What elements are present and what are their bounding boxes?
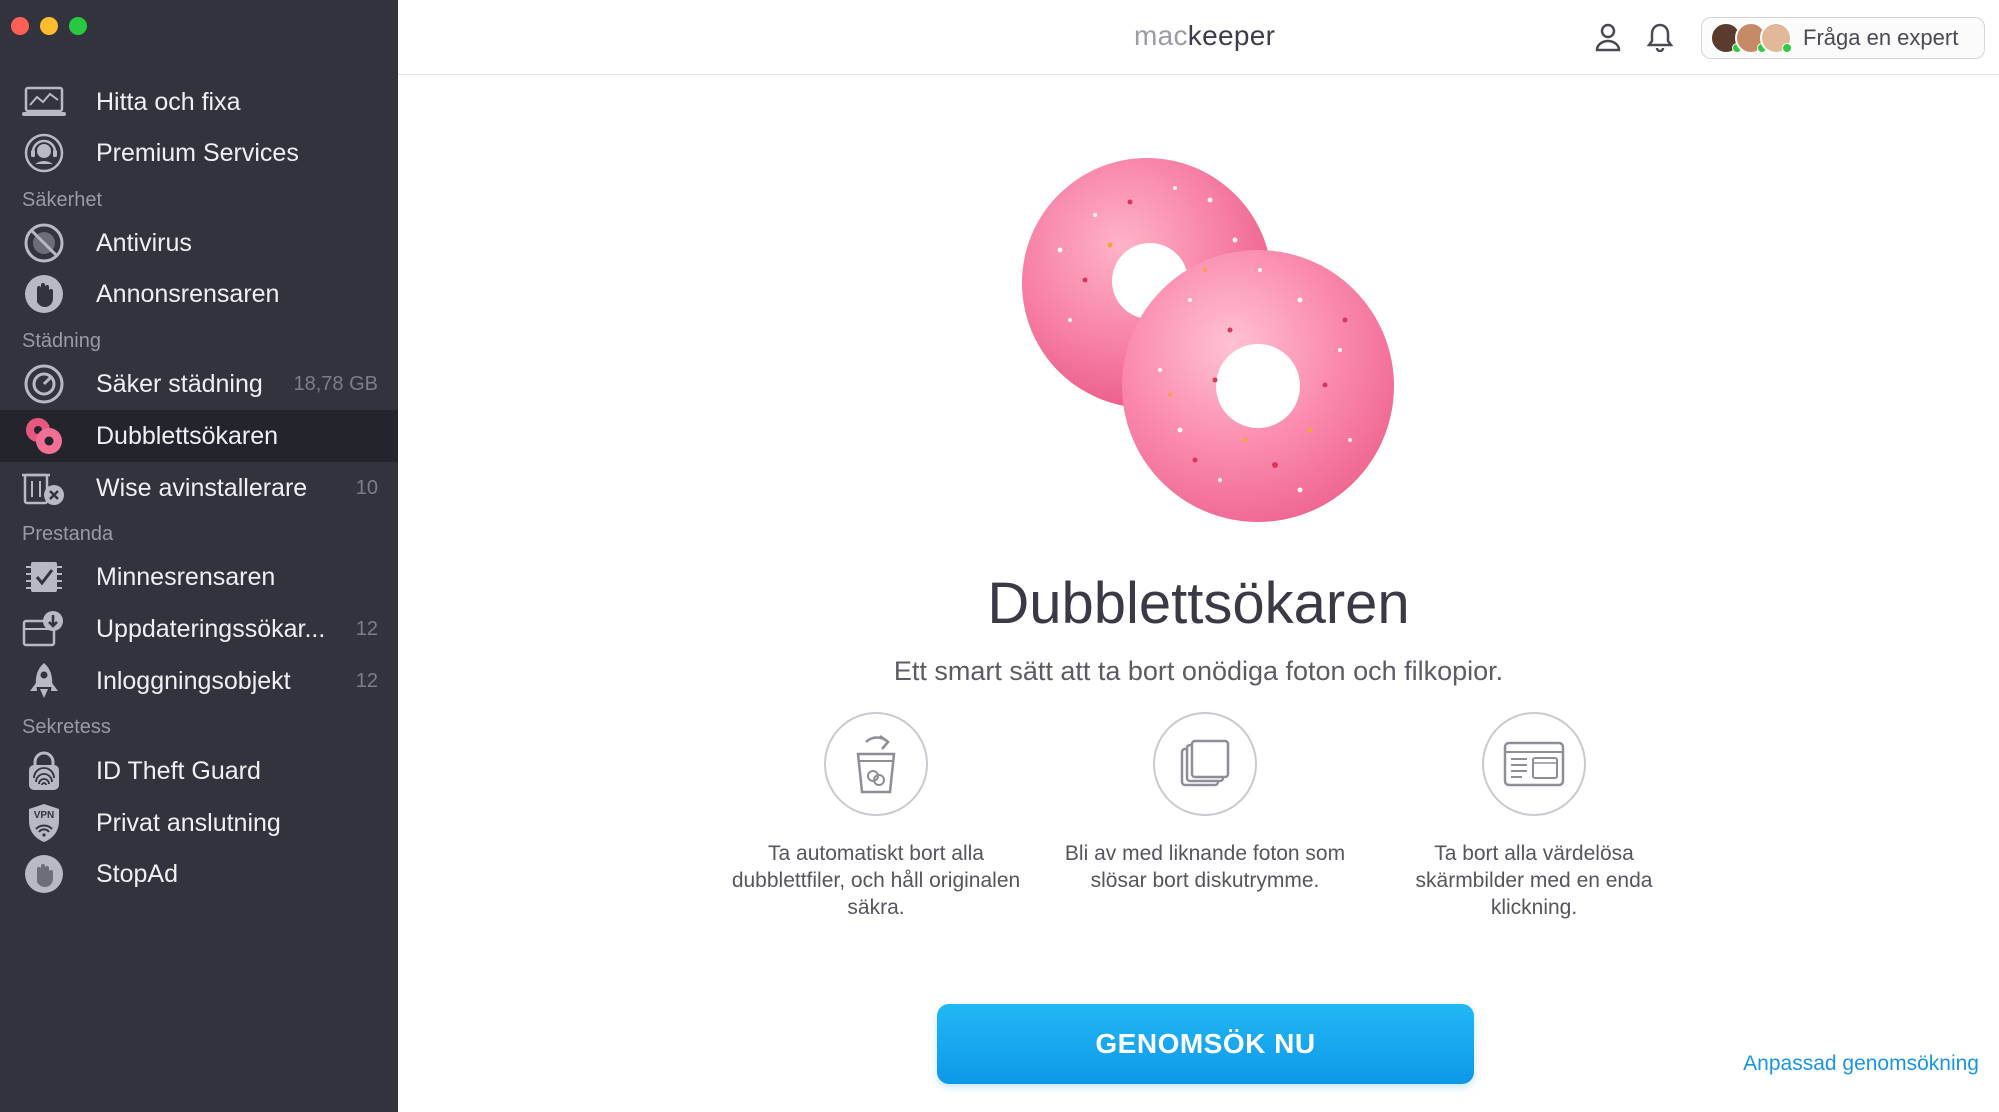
sidebar-item-annonsrensaren[interactable]: Annonsrensaren bbox=[0, 268, 398, 320]
feature-screenshots: Ta bort alla värdelösa skärmbilder med e… bbox=[1384, 712, 1684, 921]
update-icon bbox=[22, 609, 66, 649]
sidebar-item-label: StopAd bbox=[96, 859, 179, 888]
page-title: Dubblettsökaren bbox=[987, 571, 1410, 636]
hand-icon bbox=[22, 274, 66, 314]
page-subtitle: Ett smart sätt att ta bort onödiga foton… bbox=[893, 656, 1504, 686]
sidebar: Hitta och fixa Premium Services Säkerhet… bbox=[0, 0, 398, 1112]
feature-description: Ta bort alla värdelösa skärmbilder med e… bbox=[1415, 842, 1653, 919]
sidebar-item-label: Privat anslutning bbox=[96, 808, 281, 837]
screenshot-icon bbox=[1482, 712, 1586, 816]
rocket-icon bbox=[22, 661, 66, 701]
section-privacy-title: Sekretess bbox=[22, 716, 111, 738]
count-badge: 10 bbox=[355, 476, 378, 499]
feature-description: Bli av med liknande foton som slösar bor… bbox=[1064, 842, 1346, 892]
count-badge: 12 bbox=[355, 617, 378, 640]
sidebar-item-label: Annonsrensaren bbox=[96, 279, 280, 308]
donuts-illustration bbox=[1022, 158, 1394, 522]
feature-duplicates: Ta automatiskt bort alla dubblettfiler, … bbox=[726, 712, 1026, 921]
section-cleaning-title: Städning bbox=[22, 330, 101, 352]
sidebar-item-label: ID Theft Guard bbox=[96, 756, 261, 785]
sidebar-item-label: Uppdateringssökar... bbox=[96, 614, 326, 643]
top-bar: mackeeper Fråga en expert bbox=[398, 0, 1999, 75]
laptop-icon bbox=[22, 82, 66, 122]
size-badge: 18,78 GB bbox=[293, 372, 378, 395]
ask-expert-label: Fråga en expert bbox=[1803, 25, 1959, 50]
minimize-window-button[interactable] bbox=[40, 17, 58, 35]
bell-icon[interactable] bbox=[1643, 20, 1677, 54]
sidebar-item-update-tracker[interactable]: Uppdateringssökar... 12 bbox=[0, 603, 398, 655]
sidebar-item-stopad[interactable]: StopAd bbox=[0, 848, 398, 900]
disk-icon bbox=[22, 364, 66, 404]
expert-avatars bbox=[1710, 22, 1792, 54]
sidebar-item-smart-uninstaller[interactable]: Wise avinstallerare 10 bbox=[0, 462, 398, 514]
trash-duplicate-icon bbox=[824, 712, 928, 816]
sidebar-item-memory-cleaner[interactable]: Minnesrensaren bbox=[0, 551, 398, 603]
window-controls bbox=[11, 17, 87, 35]
sidebar-item-label: Inloggningsobjekt bbox=[96, 666, 291, 695]
custom-scan-link[interactable]: Anpassad genomsökning bbox=[1743, 1052, 1979, 1076]
close-window-button[interactable] bbox=[11, 17, 29, 35]
sidebar-item-antivirus[interactable]: Antivirus bbox=[0, 217, 398, 269]
scan-now-button[interactable]: GENOMSÖK NU bbox=[937, 1004, 1474, 1084]
vpn-icon: VPN bbox=[22, 803, 66, 843]
app-window: Hitta och fixa Premium Services Säkerhet… bbox=[0, 0, 1999, 1112]
section-security-title: Säkerhet bbox=[22, 189, 103, 211]
sidebar-item-label: Hitta och fixa bbox=[96, 87, 241, 116]
sidebar-item-label: Säker städning bbox=[96, 369, 263, 398]
donut-icon bbox=[22, 416, 66, 456]
shield-no-icon bbox=[22, 223, 66, 263]
sidebar-item-private-connect[interactable]: VPN Privat anslutning bbox=[0, 797, 398, 849]
sidebar-item-find-and-fix[interactable]: Hitta och fixa bbox=[0, 76, 398, 128]
feature-description: Ta automatiskt bort alla dubblettfiler, … bbox=[731, 842, 1021, 919]
count-badge: 12 bbox=[355, 669, 378, 692]
similar-photos-icon bbox=[1153, 712, 1257, 816]
support-icon bbox=[22, 133, 66, 173]
feature-similar-photos: Bli av med liknande foton som slösar bor… bbox=[1055, 712, 1355, 894]
uninstall-icon bbox=[22, 468, 66, 508]
svg-text:VPN: VPN bbox=[34, 810, 55, 821]
sidebar-item-label: Wise avinstallerare bbox=[96, 473, 308, 502]
memory-icon bbox=[22, 557, 66, 597]
sidebar-item-label: Minnesrensaren bbox=[96, 562, 276, 591]
ask-expert-button[interactable]: Fråga en expert bbox=[1701, 17, 1985, 59]
sidebar-item-login-items[interactable]: Inloggningsobjekt 12 bbox=[0, 655, 398, 707]
zoom-window-button[interactable] bbox=[69, 17, 87, 35]
sidebar-item-premium-services[interactable]: Premium Services bbox=[0, 127, 398, 179]
avatar bbox=[1760, 22, 1792, 54]
sidebar-item-label: Dubblettsökaren bbox=[96, 421, 279, 450]
sidebar-item-duplicate-finder[interactable]: Dubblettsökaren bbox=[0, 410, 398, 462]
sidebar-item-label: Antivirus bbox=[96, 228, 192, 257]
sidebar-item-id-theft-guard[interactable]: ID Theft Guard bbox=[0, 745, 398, 797]
account-icon[interactable] bbox=[1591, 20, 1625, 54]
mackeeper-logo: mackeeper bbox=[1134, 20, 1276, 51]
sidebar-item-label: Premium Services bbox=[96, 138, 299, 167]
sidebar-item-safe-cleanup[interactable]: Säker städning 18,78 GB bbox=[0, 358, 398, 410]
fingerprint-lock-icon bbox=[22, 751, 66, 791]
section-performance-title: Prestanda bbox=[22, 523, 114, 545]
stop-hand-icon bbox=[22, 854, 66, 894]
